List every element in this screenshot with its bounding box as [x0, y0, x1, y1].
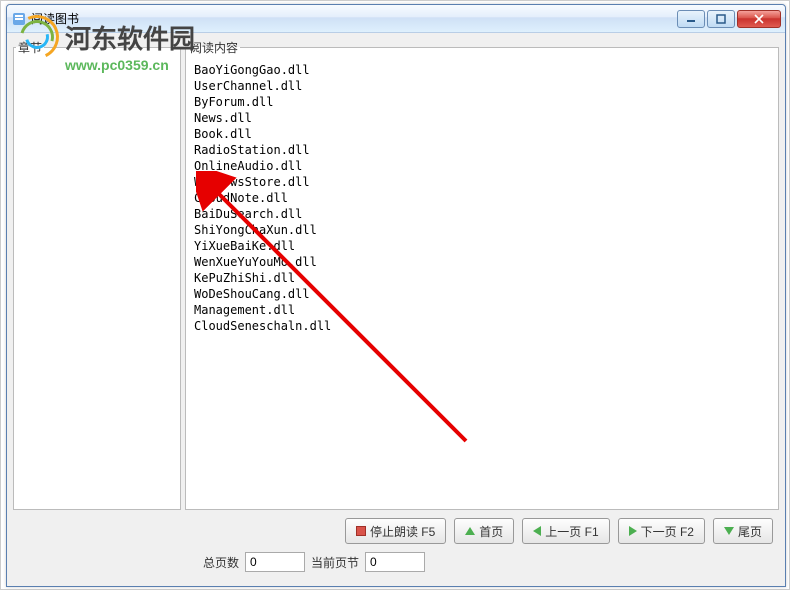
file-line: WindowsStore.dll: [194, 174, 770, 190]
file-line: CloudSeneschaln.dll: [194, 318, 770, 334]
chapters-panel-label: 章节: [16, 39, 44, 56]
file-line: Management.dll: [194, 302, 770, 318]
maximize-button[interactable]: [707, 10, 735, 28]
close-button[interactable]: [737, 10, 781, 28]
last-page-label: 尾页: [738, 523, 762, 540]
content-area[interactable]: BaoYiGongGao.dllUserChannel.dllByForum.d…: [188, 58, 776, 507]
file-line: ByForum.dll: [194, 94, 770, 110]
total-pages-field[interactable]: [245, 552, 305, 572]
first-page-button[interactable]: 首页: [454, 518, 514, 544]
content-panel-label: 阅读内容: [188, 39, 240, 56]
file-line: YiXueBaiKe.dll: [194, 238, 770, 254]
minimize-button[interactable]: [677, 10, 705, 28]
stop-read-button[interactable]: 停止朗读 F5: [345, 518, 446, 544]
file-line: Book.dll: [194, 126, 770, 142]
arrow-down-icon: [724, 527, 734, 535]
client-area: 章节 阅读内容 BaoYiGongGao.dllUserChannel.dllB…: [7, 33, 785, 586]
file-line: WoDeShouCang.dll: [194, 286, 770, 302]
file-line: ShiYongChaXun.dll: [194, 222, 770, 238]
titlebar[interactable]: 阅读图书: [7, 5, 785, 33]
arrow-right-icon: [629, 526, 637, 536]
file-line: WenXueYuYouMo.dll: [194, 254, 770, 270]
next-page-label: 下一页 F2: [641, 523, 694, 540]
file-line: News.dll: [194, 110, 770, 126]
current-page-label: 当前页节: [311, 554, 359, 571]
file-line: CloudNote.dll: [194, 190, 770, 206]
file-line: KePuZhiShi.dll: [194, 270, 770, 286]
file-line: UserChannel.dll: [194, 78, 770, 94]
next-page-button[interactable]: 下一页 F2: [618, 518, 705, 544]
app-icon: [11, 11, 27, 27]
arrow-up-icon: [465, 527, 475, 535]
current-page-field[interactable]: [365, 552, 425, 572]
status-row: 总页数 当前页节: [13, 548, 779, 580]
content-panel: 阅读内容 BaoYiGongGao.dllUserChannel.dllByFo…: [185, 39, 779, 510]
arrow-left-icon: [533, 526, 541, 536]
last-page-button[interactable]: 尾页: [713, 518, 773, 544]
file-line: BaoYiGongGao.dll: [194, 62, 770, 78]
window-controls: [677, 10, 781, 28]
chapters-panel: 章节: [13, 39, 181, 510]
panels-row: 章节 阅读内容 BaoYiGongGao.dllUserChannel.dllB…: [13, 39, 779, 510]
prev-page-button[interactable]: 上一页 F1: [522, 518, 609, 544]
nav-buttons-row: 停止朗读 F5 首页 上一页 F1 下一页 F2 尾页: [13, 510, 779, 548]
maximize-icon: [716, 14, 726, 24]
app-window: 阅读图书 章节: [6, 4, 786, 587]
stop-icon: [356, 526, 366, 536]
outer-frame: 阅读图书 章节: [0, 0, 790, 590]
file-line: OnlineAudio.dll: [194, 158, 770, 174]
stop-read-label: 停止朗读 F5: [370, 523, 435, 540]
minimize-icon: [686, 14, 696, 24]
first-page-label: 首页: [479, 523, 503, 540]
file-line: RadioStation.dll: [194, 142, 770, 158]
total-pages-label: 总页数: [203, 554, 239, 571]
prev-page-label: 上一页 F1: [545, 523, 598, 540]
close-icon: [754, 14, 764, 24]
file-line: BaiDuSearch.dll: [194, 206, 770, 222]
window-title: 阅读图书: [31, 10, 677, 27]
